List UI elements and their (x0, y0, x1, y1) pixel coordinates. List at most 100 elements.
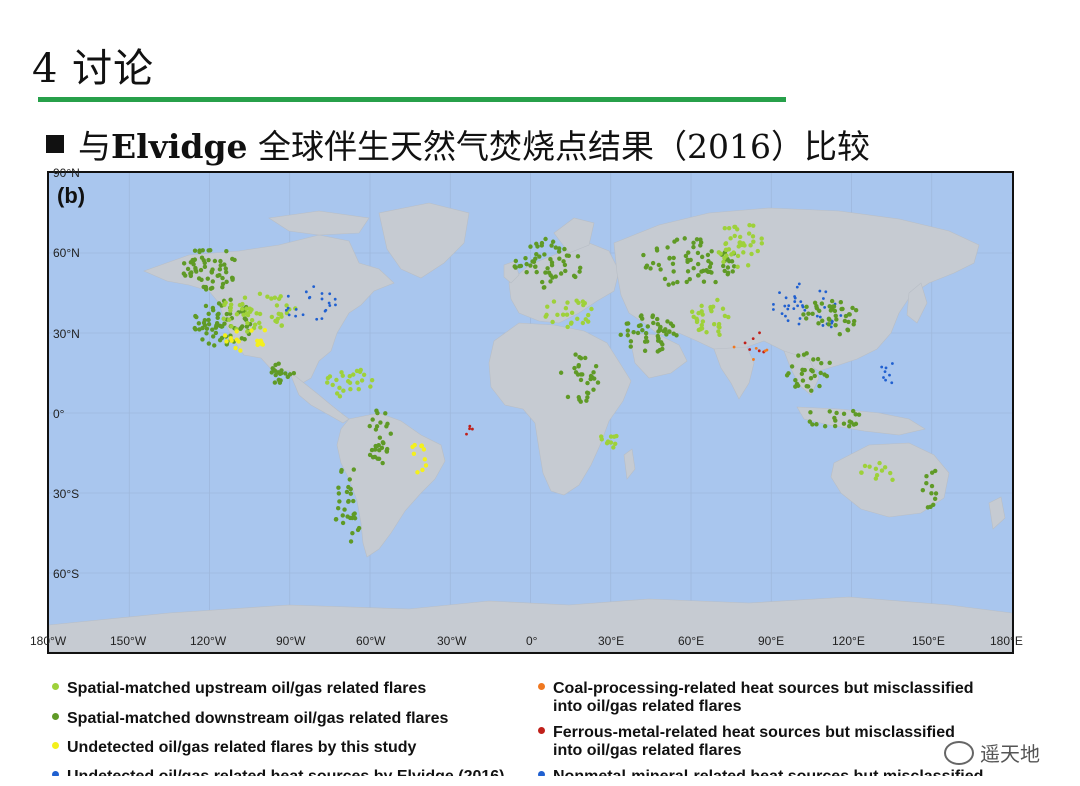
flare-point-blue (287, 313, 291, 317)
flare-point-blue (320, 317, 324, 321)
flare-point-downstream (853, 421, 859, 427)
flare-point-downstream (550, 239, 556, 244)
flare-point-downstream (351, 498, 356, 504)
flare-point-downstream (789, 364, 795, 369)
world-map-svg (49, 173, 1012, 652)
flare-point-downstream (272, 380, 278, 385)
flare-point-downstream (645, 324, 650, 329)
flare-point-blue (818, 289, 822, 293)
flare-point-upstream (735, 264, 740, 269)
flare-point-upstream (257, 311, 263, 317)
flare-point-downstream (200, 248, 205, 253)
flare-point-downstream (210, 308, 216, 313)
flare-point-downstream (932, 496, 938, 501)
flare-point-downstream (558, 271, 564, 276)
flare-point-downstream (933, 491, 939, 496)
flare-point-downstream (654, 248, 660, 253)
flare-point-downstream (655, 333, 661, 339)
flare-point-downstream (695, 250, 701, 256)
flare-point-upstream (359, 378, 365, 383)
flare-point-downstream (367, 452, 373, 458)
flare-point-downstream (811, 357, 816, 362)
flare-point-upstream (741, 250, 746, 255)
flare-point-downstream (181, 261, 187, 266)
flare-point-downstream (665, 245, 670, 250)
flare-point-blue (797, 322, 801, 326)
flare-point-downstream (707, 264, 713, 270)
flare-point-upstream (234, 311, 240, 317)
flare-point-downstream (832, 423, 838, 429)
flare-point-downstream (192, 325, 197, 331)
flare-point-downstream (801, 312, 806, 317)
flare-point-upstream (545, 304, 550, 309)
flare-point-downstream (850, 305, 855, 311)
lon-label-150w: 150°W (110, 634, 147, 648)
flare-point-downstream (818, 370, 823, 376)
flare-point-downstream (699, 269, 704, 274)
flare-point-upstream (715, 297, 720, 303)
flare-point-downstream (376, 456, 382, 462)
flare-point-upstream (334, 377, 339, 383)
flare-point-downstream (672, 239, 677, 244)
flare-point-downstream (349, 515, 355, 521)
flare-point-blue (888, 373, 891, 377)
flare-point-downstream (512, 264, 517, 269)
lon-label-120w: 120°W (190, 634, 227, 648)
flare-point-blue (784, 296, 788, 300)
flare-point-downstream (210, 334, 216, 339)
flare-point-downstream (223, 266, 228, 271)
flare-point-blue (890, 381, 894, 385)
flare-point-downstream (553, 274, 558, 279)
flare-point-upstream (580, 299, 586, 304)
flare-point-upstream (325, 375, 331, 381)
flare-point-downstream (846, 423, 852, 429)
flare-point-upstream (711, 322, 717, 327)
flare-point-downstream (376, 442, 381, 448)
flare-point-downstream (575, 254, 581, 259)
slide-title: 4 讨论 (32, 46, 155, 92)
flare-point-downstream (667, 256, 672, 261)
flare-point-downstream (213, 330, 219, 336)
flare-point-downstream (725, 265, 731, 270)
flare-point-downstream (585, 380, 590, 386)
flare-point-downstream (340, 520, 346, 526)
flare-point-upstream (733, 224, 738, 230)
flare-point-downstream (347, 477, 352, 482)
flare-point-downstream (198, 267, 204, 273)
flare-point-downstream (210, 285, 215, 291)
flare-point-upstream (249, 318, 255, 323)
flare-point-undetected (236, 339, 241, 344)
flare-point-upstream (726, 225, 732, 231)
flare-point-downstream (814, 306, 820, 311)
flare-point-upstream (732, 233, 737, 239)
flare-point-downstream (827, 360, 832, 366)
flare-point-upstream (699, 326, 705, 331)
flare-point-downstream (691, 240, 696, 245)
flare-point-downstream (524, 269, 529, 275)
flare-point-upstream (691, 314, 696, 320)
flare-point-upstream (726, 314, 731, 320)
flare-point-downstream (549, 243, 554, 248)
flare-point-upstream (325, 380, 330, 385)
flare-point-downstream (205, 276, 210, 281)
flare-point-upstream (274, 303, 280, 308)
flare-point-downstream (670, 281, 676, 286)
flare-point-blue (333, 297, 337, 301)
flare-point-upstream (745, 263, 751, 268)
flare-point-upstream (569, 310, 575, 316)
flare-point-upstream (269, 296, 274, 301)
world-map: (b) (47, 171, 1014, 654)
flare-point-downstream (625, 328, 631, 333)
flare-point-upstream (239, 306, 245, 312)
flare-point-upstream (726, 247, 732, 252)
flare-point-downstream (701, 279, 707, 284)
flare-point-downstream (578, 377, 584, 383)
flare-point-downstream (189, 270, 194, 275)
flare-point-downstream (929, 491, 934, 496)
flare-point-downstream (814, 422, 819, 427)
flare-point-upstream (564, 312, 570, 317)
flare-point-upstream (276, 296, 282, 302)
flare-point-upstream (742, 243, 747, 248)
flare-point-blue (328, 304, 332, 307)
flare-point-undetected (422, 457, 427, 462)
